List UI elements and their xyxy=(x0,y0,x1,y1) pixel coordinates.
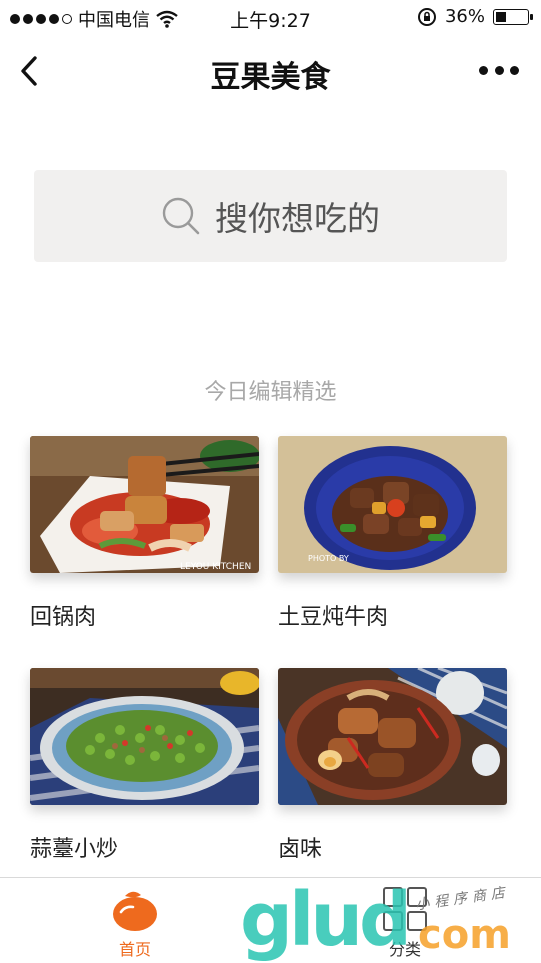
home-icon xyxy=(113,891,157,931)
tab-home-label: 首页 xyxy=(118,940,151,959)
recipe-card[interactable]: 蒜薹小炒 xyxy=(30,668,259,863)
recipe-image[interactable]: LEYOU KITCHEN xyxy=(30,436,259,573)
tab-category-label: 分类 xyxy=(388,940,421,959)
nav-bar: 豆果美食 xyxy=(0,36,541,106)
recipe-name: 卤味 xyxy=(278,837,323,862)
status-right: 36% xyxy=(417,6,533,27)
battery-percent: 36% xyxy=(444,6,485,27)
section-title: 今日编辑精选 xyxy=(204,380,337,405)
more-dots-icon xyxy=(479,65,488,75)
recipe-image[interactable]: PHOTO BY xyxy=(278,436,507,573)
tab-bar: 首页 分类 xyxy=(0,877,541,961)
recipe-image[interactable] xyxy=(278,668,507,805)
image-caption: PHOTO BY xyxy=(308,554,349,563)
recipe-card[interactable]: LEYOU KITCHEN 回锅肉 xyxy=(30,436,259,631)
tab-category[interactable]: 分类 xyxy=(345,886,465,960)
image-caption: LEYOU KITCHEN xyxy=(180,562,251,572)
recipe-image[interactable] xyxy=(30,668,259,805)
search-icon xyxy=(162,197,200,235)
recipe-name: 回锅肉 xyxy=(30,605,97,630)
search-input[interactable]: 搜你想吃的 xyxy=(34,170,507,262)
search-placeholder: 搜你想吃的 xyxy=(215,199,380,238)
recipe-name: 蒜薹小炒 xyxy=(30,837,119,862)
battery-icon xyxy=(493,8,533,25)
recipe-card[interactable]: PHOTO BY 土豆炖牛肉 xyxy=(278,436,507,631)
page-title: 豆果美食 xyxy=(210,60,331,95)
status-bar: 中国电信 上午9:27 36% xyxy=(0,0,541,36)
tab-home[interactable]: 首页 xyxy=(75,886,195,960)
recipe-name: 土豆炖牛肉 xyxy=(278,605,389,630)
recipe-card[interactable]: 卤味 xyxy=(278,668,507,863)
more-button[interactable] xyxy=(479,58,519,82)
battery-level xyxy=(496,11,506,22)
grid-icon xyxy=(383,887,427,931)
rotation-lock-icon xyxy=(417,7,436,26)
